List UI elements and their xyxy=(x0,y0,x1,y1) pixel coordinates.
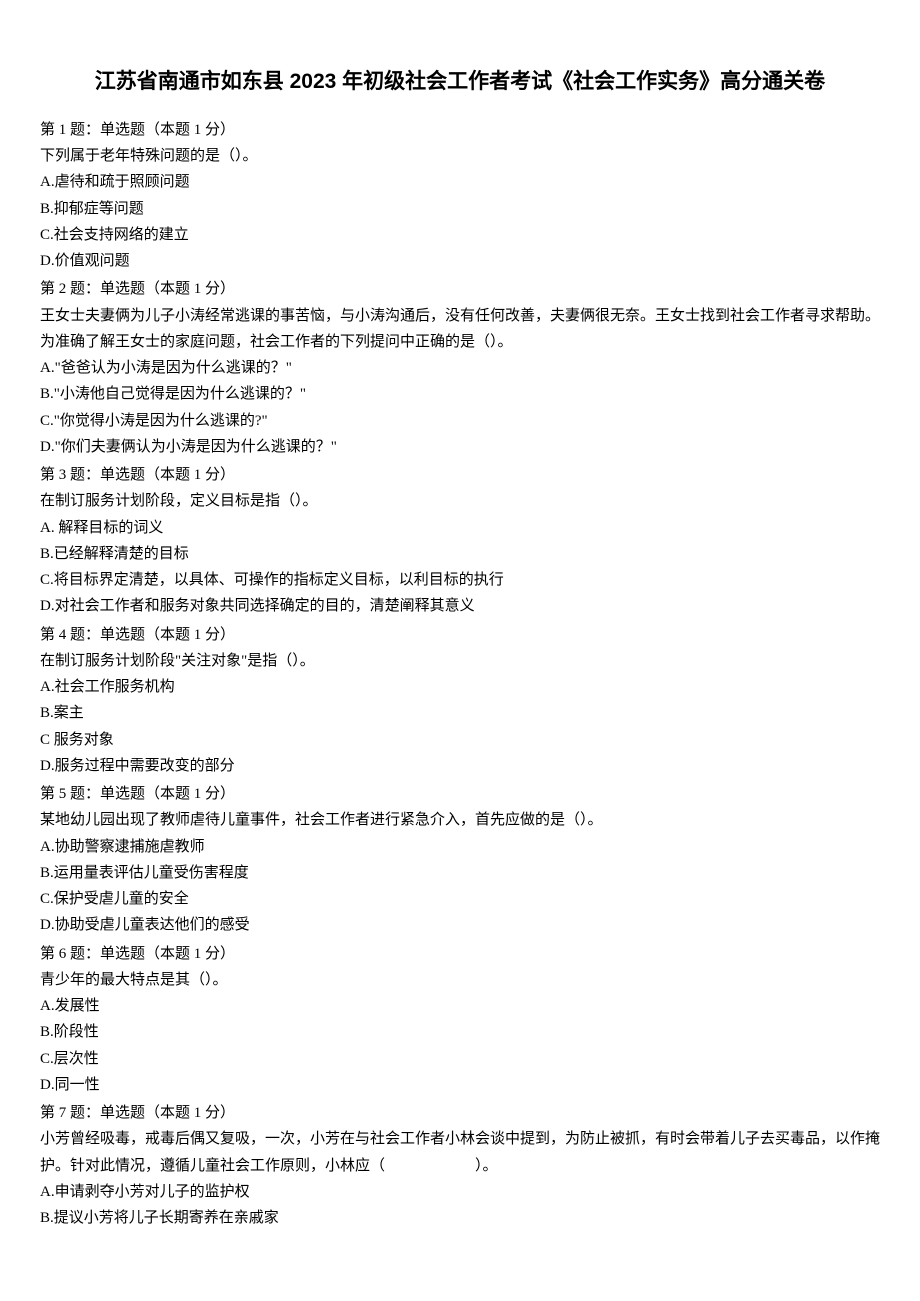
document-title: 江苏省南通市如东县 2023 年初级社会工作者考试《社会工作实务》高分通关卷 xyxy=(40,64,880,101)
question-option: D.价值观问题 xyxy=(40,248,880,274)
question-option: D."你们夫妻俩认为小涛是因为什么逃课的？" xyxy=(40,434,880,460)
question-stem: 青少年的最大特点是其（）。 xyxy=(40,967,880,993)
question-option: D.服务过程中需要改变的部分 xyxy=(40,753,880,779)
question-option: B.案主 xyxy=(40,700,880,726)
question-header: 第 7 题：单选题（本题 1 分） xyxy=(40,1100,880,1126)
question-option: B.抑郁症等问题 xyxy=(40,196,880,222)
question-option: C."你觉得小涛是因为什么逃课的?" xyxy=(40,408,880,434)
question-option: B.运用量表评估儿童受伤害程度 xyxy=(40,860,880,886)
question-option: A."爸爸认为小涛是因为什么逃课的？" xyxy=(40,355,880,381)
question-option: C 服务对象 xyxy=(40,727,880,753)
question-option: A.虐待和疏于照顾问题 xyxy=(40,169,880,195)
question-option: B.阶段性 xyxy=(40,1019,880,1045)
question-option: B."小涛他自己觉得是因为什么逃课的？" xyxy=(40,381,880,407)
question-option: A.协助警察逮捕施虐教师 xyxy=(40,834,880,860)
question-stem: 在制订服务计划阶段，定义目标是指（）。 xyxy=(40,488,880,514)
question-option: A. 解释目标的词义 xyxy=(40,515,880,541)
question-header: 第 4 题：单选题（本题 1 分） xyxy=(40,622,880,648)
question-option: C.层次性 xyxy=(40,1046,880,1072)
question-option: C.将目标界定清楚，以具体、可操作的指标定义目标，以利目标的执行 xyxy=(40,567,880,593)
question-option: B.提议小芳将儿子长期寄养在亲戚家 xyxy=(40,1205,880,1231)
question-option: A.社会工作服务机构 xyxy=(40,674,880,700)
question-option: D.协助受虐儿童表达他们的感受 xyxy=(40,912,880,938)
question-stem: 下列属于老年特殊问题的是（）。 xyxy=(40,143,880,169)
question-option: C.社会支持网络的建立 xyxy=(40,222,880,248)
question-option: D.对社会工作者和服务对象共同选择确定的目的，清楚阐释其意义 xyxy=(40,593,880,619)
question-header: 第 5 题：单选题（本题 1 分） xyxy=(40,781,880,807)
question-option: D.同一性 xyxy=(40,1072,880,1098)
question-option: A.申请剥夺小芳对儿子的监护权 xyxy=(40,1179,880,1205)
question-header: 第 1 题：单选题（本题 1 分） xyxy=(40,117,880,143)
question-option: C.保护受虐儿童的安全 xyxy=(40,886,880,912)
question-header: 第 2 题：单选题（本题 1 分） xyxy=(40,276,880,302)
question-stem: 某地幼儿园出现了教师虐待儿童事件，社会工作者进行紧急介入，首先应做的是（）。 xyxy=(40,807,880,833)
questions-container: 第 1 题：单选题（本题 1 分）下列属于老年特殊问题的是（）。A.虐待和疏于照… xyxy=(40,117,880,1232)
question-stem: 王女士夫妻俩为儿子小涛经常逃课的事苦恼，与小涛沟通后，没有任何改善，夫妻俩很无奈… xyxy=(40,303,880,356)
question-header: 第 3 题：单选题（本题 1 分） xyxy=(40,462,880,488)
question-option: A.发展性 xyxy=(40,993,880,1019)
question-header: 第 6 题：单选题（本题 1 分） xyxy=(40,941,880,967)
question-stem: 小芳曾经吸毒，戒毒后偶又复吸，一次，小芳在与社会工作者小林会谈中提到，为防止被抓… xyxy=(40,1126,880,1179)
question-option: B.已经解释清楚的目标 xyxy=(40,541,880,567)
question-stem: 在制订服务计划阶段"关注对象"是指（）。 xyxy=(40,648,880,674)
